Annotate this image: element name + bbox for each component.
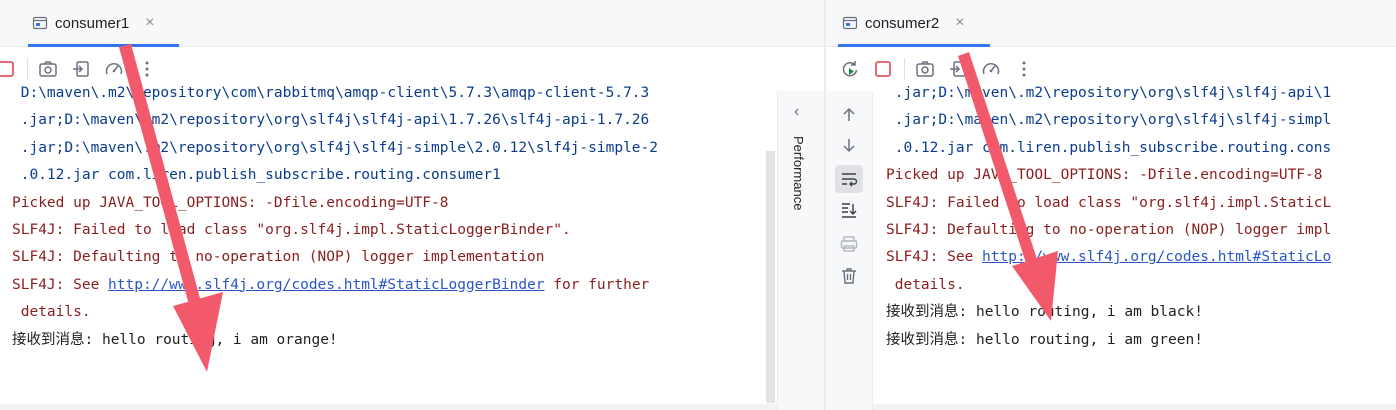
profiler-button[interactable] (977, 55, 1005, 83)
horizontal-scrollbar[interactable] (0, 404, 824, 410)
console-text: SLF4J: See (12, 276, 109, 293)
tab-consumer2[interactable]: consumer2 × (838, 0, 990, 47)
restore-layout-button[interactable] (944, 55, 972, 83)
rerun-icon (842, 61, 858, 77)
console-line: 接收到消息: hello routing, i am green! (886, 331, 1203, 348)
console-line: .jar;D:\maven\.m2\repository\org\slf4j\s… (12, 139, 659, 156)
console-line: SLF4J: Failed to load class "org.slf4j.i… (886, 194, 1332, 211)
restore-layout-button[interactable] (67, 55, 95, 83)
console-line: 接收到消息: hello routing, i am orange! (12, 331, 338, 348)
console-line: .jar;D:\maven\.m2\repository\org\slf4j\s… (886, 85, 1332, 101)
console-line: 接收到消息: hello routing, i am black! (886, 304, 1203, 321)
arrow-down-icon (843, 139, 855, 153)
run-panel-consumer1: consumer1 × D:\maven\.m2\repository\com\… (0, 0, 824, 410)
more-options-icon (1022, 61, 1026, 77)
console-link[interactable]: http://www.slf4j.org/codes.html#StaticLo… (108, 277, 545, 293)
console-side-toolbar (826, 91, 873, 410)
console-line: SLF4J: See http://www.slf4j.org/codes.ht… (886, 244, 1331, 271)
console-link[interactable]: http://www.slf4j.org/codes.html#StaticLo (982, 249, 1331, 265)
rerun-button[interactable] (836, 55, 864, 83)
console-line: details. (12, 304, 91, 321)
horizontal-scrollbar[interactable] (873, 404, 1396, 410)
soft-wrap-icon (842, 173, 858, 187)
run-panel-consumer2: consumer2 × .jar;D:\maven\.m2\repository… (826, 0, 1396, 410)
print-button[interactable] (835, 230, 863, 258)
tab-label: consumer2 (865, 14, 940, 32)
screenshot-button[interactable] (911, 55, 939, 83)
console-line: .0.12.jar com.liren.publish_subscribe.ro… (12, 167, 501, 184)
camera-icon (39, 61, 57, 77)
console-line: SLF4J: See http://www.slf4j.org/codes.ht… (12, 272, 658, 299)
stop-icon (0, 61, 14, 77)
console-line: SLF4J: Defaulting to no-operation (NOP) … (886, 221, 1332, 238)
profiler-button[interactable] (100, 55, 128, 83)
console-lines: D:\maven\.m2\repository\com\rabbitmq\amq… (12, 80, 658, 354)
stop-button[interactable] (869, 55, 897, 83)
more-options-button[interactable] (133, 55, 161, 83)
arrow-up-icon (843, 107, 855, 121)
console-window-icon (842, 16, 858, 30)
vertical-scrollbar[interactable] (766, 151, 775, 403)
soft-wrap-toggle[interactable] (835, 165, 863, 193)
performance-tab[interactable]: Performance (791, 136, 806, 210)
tab-bar: consumer1 × (0, 0, 824, 47)
console-line: Picked up JAVA_TOOL_OPTIONS: -Dfile.enco… (886, 167, 1323, 184)
console-lines: .jar;D:\maven\.m2\repository\org\slf4j\s… (886, 80, 1331, 354)
console-output[interactable]: .jar;D:\maven\.m2\repository\org\slf4j\s… (873, 85, 1396, 410)
scroll-to-end-button[interactable] (835, 196, 863, 224)
console-output[interactable]: D:\maven\.m2\repository\com\rabbitmq\amq… (0, 85, 824, 410)
tab-consumer1[interactable]: consumer1 × (28, 0, 179, 47)
console-line: SLF4J: Failed to load class "org.slf4j.i… (12, 221, 571, 238)
console-window-icon (32, 16, 48, 30)
console-line: .jar;D:\maven\.m2\repository\org\slf4j\s… (12, 112, 650, 129)
console-line: Picked up JAVA_TOOL_OPTIONS: -Dfile.enco… (12, 194, 449, 211)
speedometer-icon (982, 63, 1000, 75)
stop-button[interactable] (0, 55, 20, 83)
more-options-icon (145, 61, 149, 77)
console-line: .0.12.jar com.liren.publish_subscribe.ro… (886, 139, 1332, 156)
console-line: details. (886, 276, 965, 293)
speedometer-icon (105, 63, 123, 75)
side-tool-rail: ‹ Performance (777, 91, 824, 410)
more-options-button[interactable] (1010, 55, 1038, 83)
tab-label: consumer1 (55, 14, 130, 32)
close-icon[interactable]: × (145, 14, 154, 32)
screenshot-button[interactable] (34, 55, 62, 83)
clear-console-button[interactable] (835, 262, 863, 290)
scroll-down-button[interactable] (835, 131, 863, 159)
toolbar-separator (27, 58, 28, 80)
console-line: .jar;D:\maven\.m2\repository\org\slf4j\s… (886, 112, 1332, 129)
stop-icon (875, 61, 891, 77)
tab-bar: consumer2 × (826, 0, 1396, 47)
restore-layout-icon (950, 61, 966, 77)
console-line: SLF4J: Defaulting to no-operation (NOP) … (12, 249, 545, 266)
restore-layout-icon (73, 61, 89, 77)
console-text: SLF4J: See (886, 249, 983, 266)
console-line: D:\maven\.m2\repository\com\rabbitmq\amq… (12, 85, 650, 101)
chevron-left-icon[interactable]: ‹ (794, 103, 799, 121)
camera-icon (916, 61, 934, 77)
trash-icon (842, 268, 856, 284)
scroll-to-end-icon (842, 203, 857, 218)
close-icon[interactable]: × (955, 14, 964, 32)
print-icon (840, 236, 858, 252)
scroll-up-button[interactable] (835, 101, 863, 129)
console-text: for further (544, 276, 650, 293)
toolbar-separator (904, 58, 905, 80)
